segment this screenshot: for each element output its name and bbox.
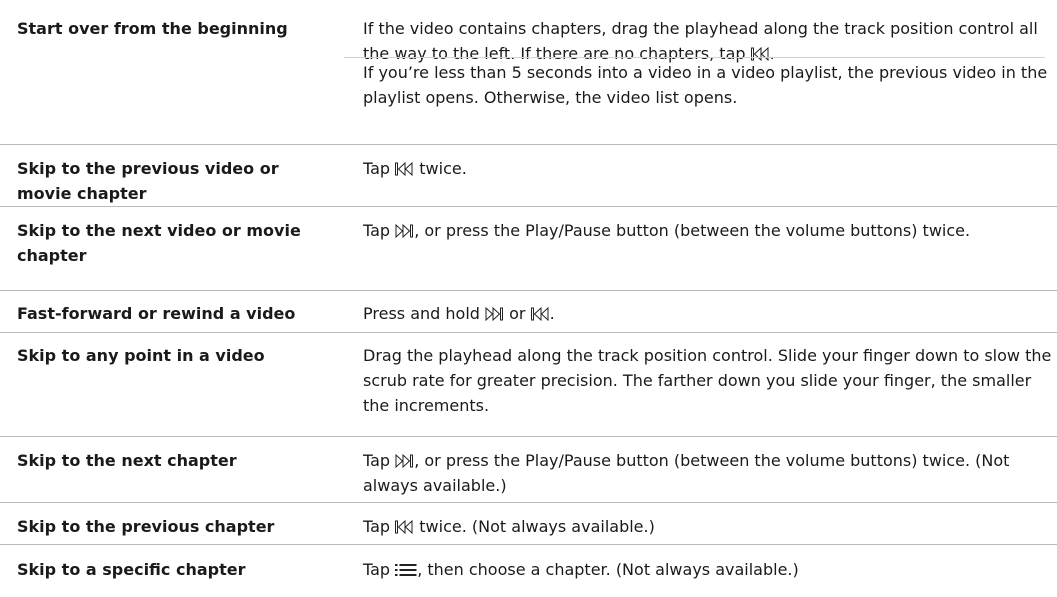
- row-text-post: .: [549, 304, 555, 323]
- row-text-2: If you’re less than 5 seconds into a vid…: [363, 63, 1048, 107]
- row-text-post: , then choose a chapter. (Not always ava…: [417, 560, 799, 579]
- next-icon: [395, 224, 414, 238]
- row-text-pre: Tap: [363, 159, 391, 178]
- row-description: Tap twice. (Not always available.): [363, 514, 1053, 539]
- row-text-pre: Tap: [363, 560, 391, 579]
- row-text-post: twice.: [419, 159, 467, 178]
- controls-table: Start over from the beginning If the vid…: [0, 0, 1057, 596]
- row-action: Skip to the next video or movie chapter: [17, 221, 301, 265]
- row-description: If the video contains chapters, drag the…: [363, 16, 1053, 66]
- row-action: Skip to any point in a video: [17, 346, 265, 365]
- row-text-pre: Tap: [363, 221, 391, 240]
- row-description: Tap , or press the Play/Pause button (be…: [363, 448, 1053, 498]
- row-text-mid: or: [509, 304, 526, 323]
- paragraph-divider: [344, 57, 1045, 58]
- row-description: Tap , then choose a chapter. (Not always…: [363, 557, 1053, 582]
- row-description: Tap , or press the Play/Pause button (be…: [363, 218, 1053, 243]
- previous-icon: [395, 520, 413, 534]
- row-action: Skip to a specific chapter: [17, 560, 246, 579]
- table-row: Skip to any point in a video Drag the pl…: [0, 332, 1057, 437]
- row-text-post: , or press the Play/Pause button (betwee…: [414, 221, 971, 240]
- row-text-post: , or press the Play/Pause button (betwee…: [363, 451, 1010, 495]
- table-row: Skip to the previous chapter Tap twice. …: [0, 502, 1057, 545]
- previous-icon: [530, 307, 549, 321]
- row-action: Skip to the next chapter: [17, 451, 237, 470]
- row-description: Drag the playhead along the track positi…: [363, 346, 1052, 415]
- row-description-2: If you’re less than 5 seconds into a vid…: [363, 60, 1053, 110]
- row-text-pre: Tap: [363, 517, 391, 536]
- table-row: Skip to the next video or movie chapter …: [0, 206, 1057, 291]
- row-action: Skip to the previous video or movie chap…: [17, 159, 279, 203]
- table-row: Start over from the beginning If the vid…: [0, 0, 1057, 111]
- row-action: Start over from the beginning: [17, 19, 288, 38]
- next-icon: [485, 307, 504, 321]
- table-row: Fast-forward or rewind a video Press and…: [0, 290, 1057, 333]
- table-row: Skip to the next chapter Tap , or press …: [0, 436, 1057, 503]
- row-text-pre: Tap: [363, 451, 391, 470]
- table-row: Skip to the previous video or movie chap…: [0, 144, 1057, 207]
- row-description: Tap twice.: [363, 156, 1053, 181]
- row-text-pre: Press and hold: [363, 304, 480, 323]
- previous-icon: [750, 47, 769, 61]
- previous-icon: [395, 162, 413, 176]
- row-text-post: twice. (Not always available.): [419, 517, 655, 536]
- next-icon: [395, 454, 414, 468]
- list-icon: [395, 564, 417, 576]
- row-action: Skip to the previous chapter: [17, 517, 275, 536]
- row-description: Press and hold or .: [363, 301, 1053, 326]
- table-row: Skip to a specific chapter Tap , then ch…: [0, 544, 1057, 597]
- row-action: Fast-forward or rewind a video: [17, 304, 296, 323]
